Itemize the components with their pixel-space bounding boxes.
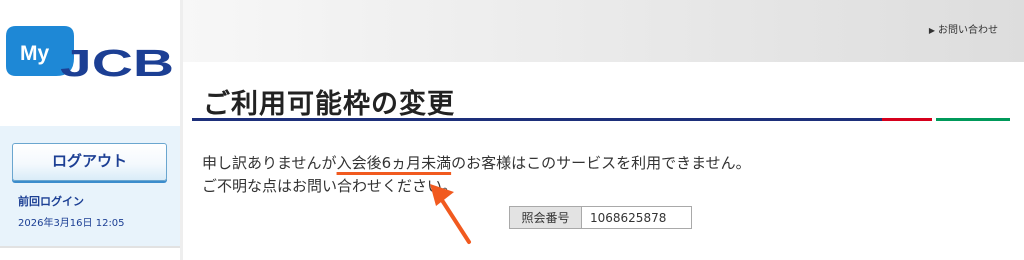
logo-jcb-text: JCB [60,43,174,82]
sidebar: My JCB ログアウト 前回ログイン 2026年3月16日 12:05 [0,0,180,260]
message-highlight: 入会後6ヵ月未満 [336,154,452,172]
error-message-line-1: 申し訳ありませんが入会後6ヵ月未満のお客様はこのサービスを利用できません。 [202,152,751,173]
sidebar-divider-line [0,246,180,248]
last-login-time: 2026年3月16日 12:05 [18,218,125,229]
triangle-right-icon: ▶ [928,26,935,35]
page-title: ご利用可能枠の変更 [203,89,455,120]
error-message-line-2: ご不明な点はお問い合わせください。 [202,177,458,195]
title-underline [192,118,1010,121]
message-suffix: のお客様はこのサービスを利用できません。 [451,154,751,172]
last-login-label: 前回ログイン [18,195,84,208]
message-prefix: 申し訳ありませんが [202,154,337,172]
logout-button[interactable]: ログアウト [12,143,167,181]
contact-link-label: お問い合わせ [938,25,998,36]
header-bar: ▶ お問い合わせ [183,0,1024,62]
logo-area: My JCB [0,0,180,126]
reference-table: 照会番号 1068625878 [509,206,692,229]
annotation-arrow-icon [430,184,471,244]
reference-number-value: 1068625878 [581,206,692,229]
reference-number-label: 照会番号 [509,206,582,229]
logo-my-text: My [20,42,49,65]
contact-link[interactable]: ▶ お問い合わせ [929,21,998,36]
myjcb-logo[interactable]: My JCB [6,26,178,82]
